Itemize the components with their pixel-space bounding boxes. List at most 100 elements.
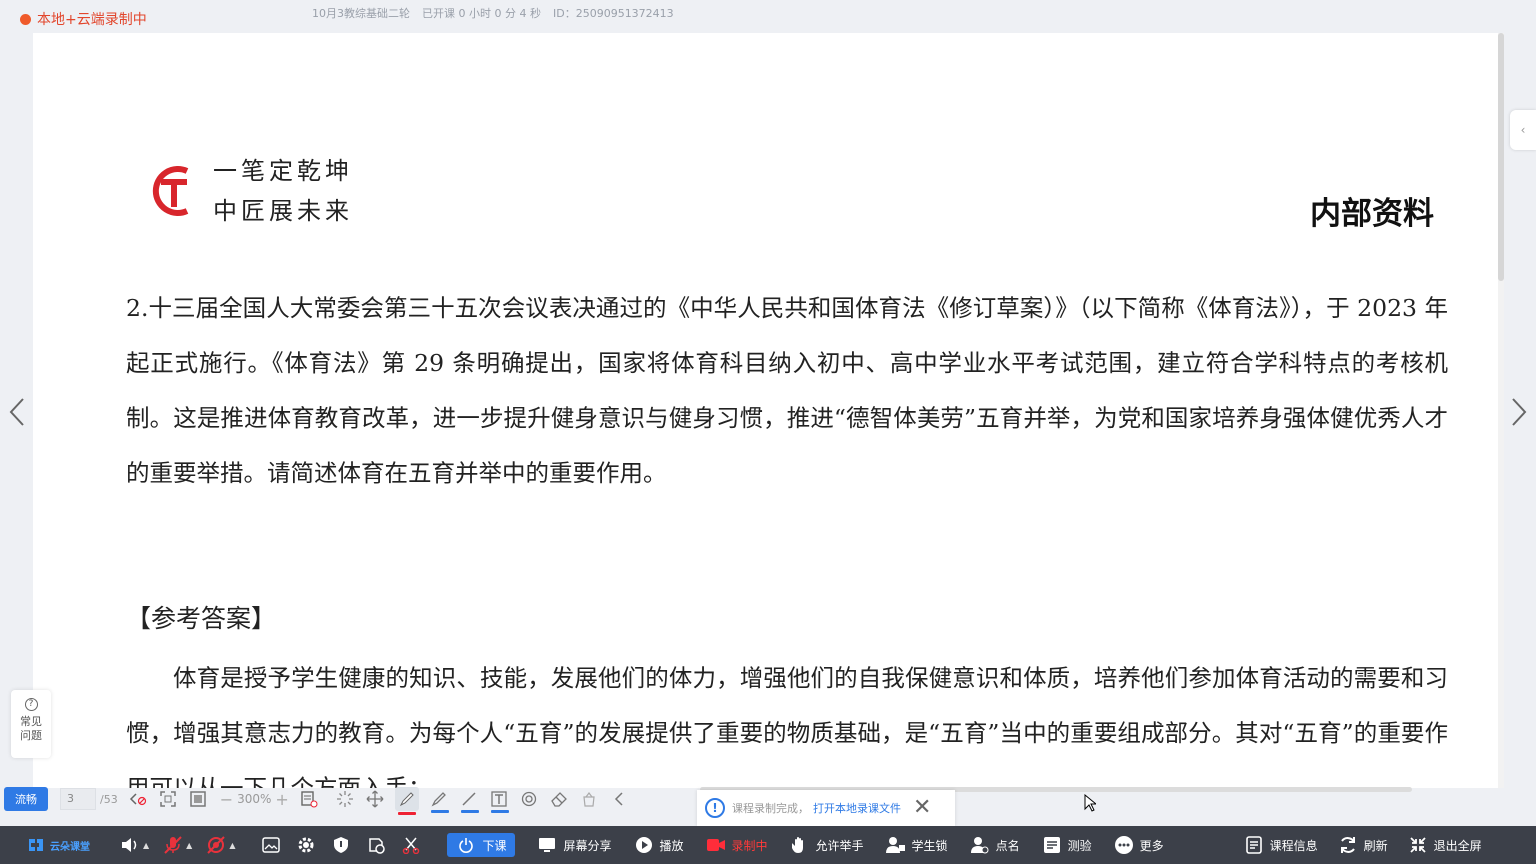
zoom-in-button[interactable]: + [275,790,288,809]
student-lock-label: 学生锁 [911,838,948,853]
question-icon: ? [24,698,38,711]
refresh-button[interactable]: 刷新 [1338,835,1388,855]
undo-page-icon[interactable] [128,789,148,809]
settings-button[interactable] [296,835,316,855]
caret-up-icon: ▲ [143,840,150,850]
microphone-button[interactable]: ▲ [163,835,192,855]
recording-status: 本地+云端录制中 [37,12,147,28]
student-lock-button[interactable]: 学生锁 [885,835,948,855]
whiteboard-button[interactable] [261,835,281,855]
video-record-icon [706,835,726,855]
recording-complete-toast: ! 课程录制完成， 打开本地录课文件 ✕ [697,790,955,826]
more-label: 更多 [1139,838,1164,853]
zoom-control: − 300% + [220,790,289,809]
caret-up-icon: ▲ [229,840,236,850]
fit-width-icon[interactable] [188,789,208,809]
school-logo-icon [152,166,189,216]
user-lock-icon [885,835,906,855]
quiz-icon [1042,835,1062,855]
course-info-label: 课程信息 [1269,838,1318,853]
allow-hand-raise-button[interactable]: 允许举手 [790,835,864,855]
recording-indicator: 本地+云端录制中 [20,9,147,29]
bottom-control-bar: 云朵课堂 ▲ ▲ ▲ 下课 屏幕分享 播放 录制中 允许举手 学生锁 点名 测验… [0,826,1536,864]
document-toolbar: 流畅 3 /53 − 300% + [0,784,690,815]
image-icon [261,835,281,855]
mode-button[interactable]: 流畅 [4,787,48,811]
faq-label-1: 常见 [20,715,42,728]
recording-button[interactable]: 录制中 [706,835,768,855]
exit-fullscreen-label: 退出全屏 [1433,838,1482,853]
share-icon [366,835,386,855]
screen-share-label: 屏幕分享 [563,838,612,853]
page-number-input[interactable]: 3 [60,788,96,810]
end-class-label: 下课 [482,838,507,853]
power-icon [456,835,476,855]
line-tool-icon[interactable] [459,789,479,813]
speaker-icon [120,835,140,855]
screen-share-button[interactable]: 屏幕分享 [537,835,612,855]
user-check-icon [970,835,990,855]
course-info-button[interactable]: 课程信息 [1244,835,1318,855]
collapse-toolbar-icon[interactable] [609,789,629,809]
slogan-line-2: 中匠展未来 [213,197,353,225]
answer-heading: 【参考答案】 [126,604,277,633]
pen-color-indicator [397,812,416,815]
zoom-level: 300% [237,792,272,806]
share-button[interactable] [366,835,386,855]
camera-button[interactable]: ▲ [206,835,235,855]
info-icon: ! [705,798,725,818]
text-tool-icon[interactable] [489,789,509,813]
zoom-out-button[interactable]: − [220,790,233,809]
highlighter-icon[interactable] [429,789,449,813]
shape-tool-icon[interactable] [519,789,539,809]
internal-material-label: 内部资料 [1310,196,1434,232]
clear-all-icon[interactable] [579,789,599,809]
exit-fullscreen-button[interactable]: 退出全屏 [1408,835,1482,855]
text-color-indicator [490,810,509,813]
speaker-button[interactable]: ▲ [120,835,149,855]
class-id: ID：25090951372413 [552,7,674,20]
scissors-button[interactable] [401,835,421,855]
toast-message: 课程录制完成， [732,802,809,815]
faq-label-2: 问题 [20,729,42,742]
monitor-icon [537,835,557,855]
faq-button[interactable]: ? 常见 问题 [11,690,51,758]
highlighter-color-indicator [430,810,449,813]
question-text: 2.十三届全国人大常委会第三十五次会议表决通过的《中华人民共和国体育法《修订草案… [126,294,1448,487]
page-total: /53 [100,792,118,806]
fit-screen-icon[interactable] [158,789,178,809]
clear-page-icon[interactable] [299,789,319,809]
chevron-left-icon: ‹ [1520,123,1526,137]
class-name: 10月3教综基础二轮 [312,7,410,20]
document-page: 一笔定乾坤 中匠展未来 内部资料 2.十三届全国人大常委会第三十五次会议表决通过… [33,33,1498,788]
recording-label: 录制中 [731,838,768,853]
next-page-button[interactable] [1504,392,1534,432]
toast-close-button[interactable]: ✕ [913,797,931,819]
class-info: 10月3教综基础二轮 已开课 0 小时 0 分 4 秒 ID：250909513… [312,5,674,21]
laser-pointer-icon[interactable] [335,789,355,809]
move-icon[interactable] [365,789,385,809]
recording-dot-icon [20,13,31,25]
security-button[interactable] [331,835,351,855]
prev-page-button[interactable] [2,392,32,432]
scrollbar-thumb[interactable] [1498,33,1504,281]
roll-call-button[interactable]: 点名 [970,835,1020,855]
class-elapsed: 已开课 0 小时 0 分 4 秒 [422,7,541,20]
cloud-logo-icon [29,839,43,851]
side-panel-toggle[interactable]: ‹ [1510,110,1536,150]
end-class-button[interactable]: 下课 [447,833,516,857]
quiz-button[interactable]: 测验 [1042,835,1092,855]
play-button[interactable]: 播放 [634,835,684,855]
microphone-muted-icon [163,835,183,855]
allow-hand-raise-label: 允许举手 [815,838,864,853]
scissors-icon [401,835,421,855]
more-button[interactable]: 更多 [1114,835,1164,855]
exit-fullscreen-icon [1408,835,1428,855]
pen-tool-icon[interactable] [394,787,419,815]
eraser-icon[interactable] [549,789,569,809]
refresh-icon [1338,835,1358,855]
refresh-label: 刷新 [1363,838,1388,853]
open-local-recording-link[interactable]: 打开本地录课文件 [813,800,901,816]
mouse-cursor-icon [1084,794,1096,812]
answer-text: 体育是授予学生健康的知识、技能，发展他们的体力，增强他们的自我保健意识和体质，培… [126,664,1448,788]
